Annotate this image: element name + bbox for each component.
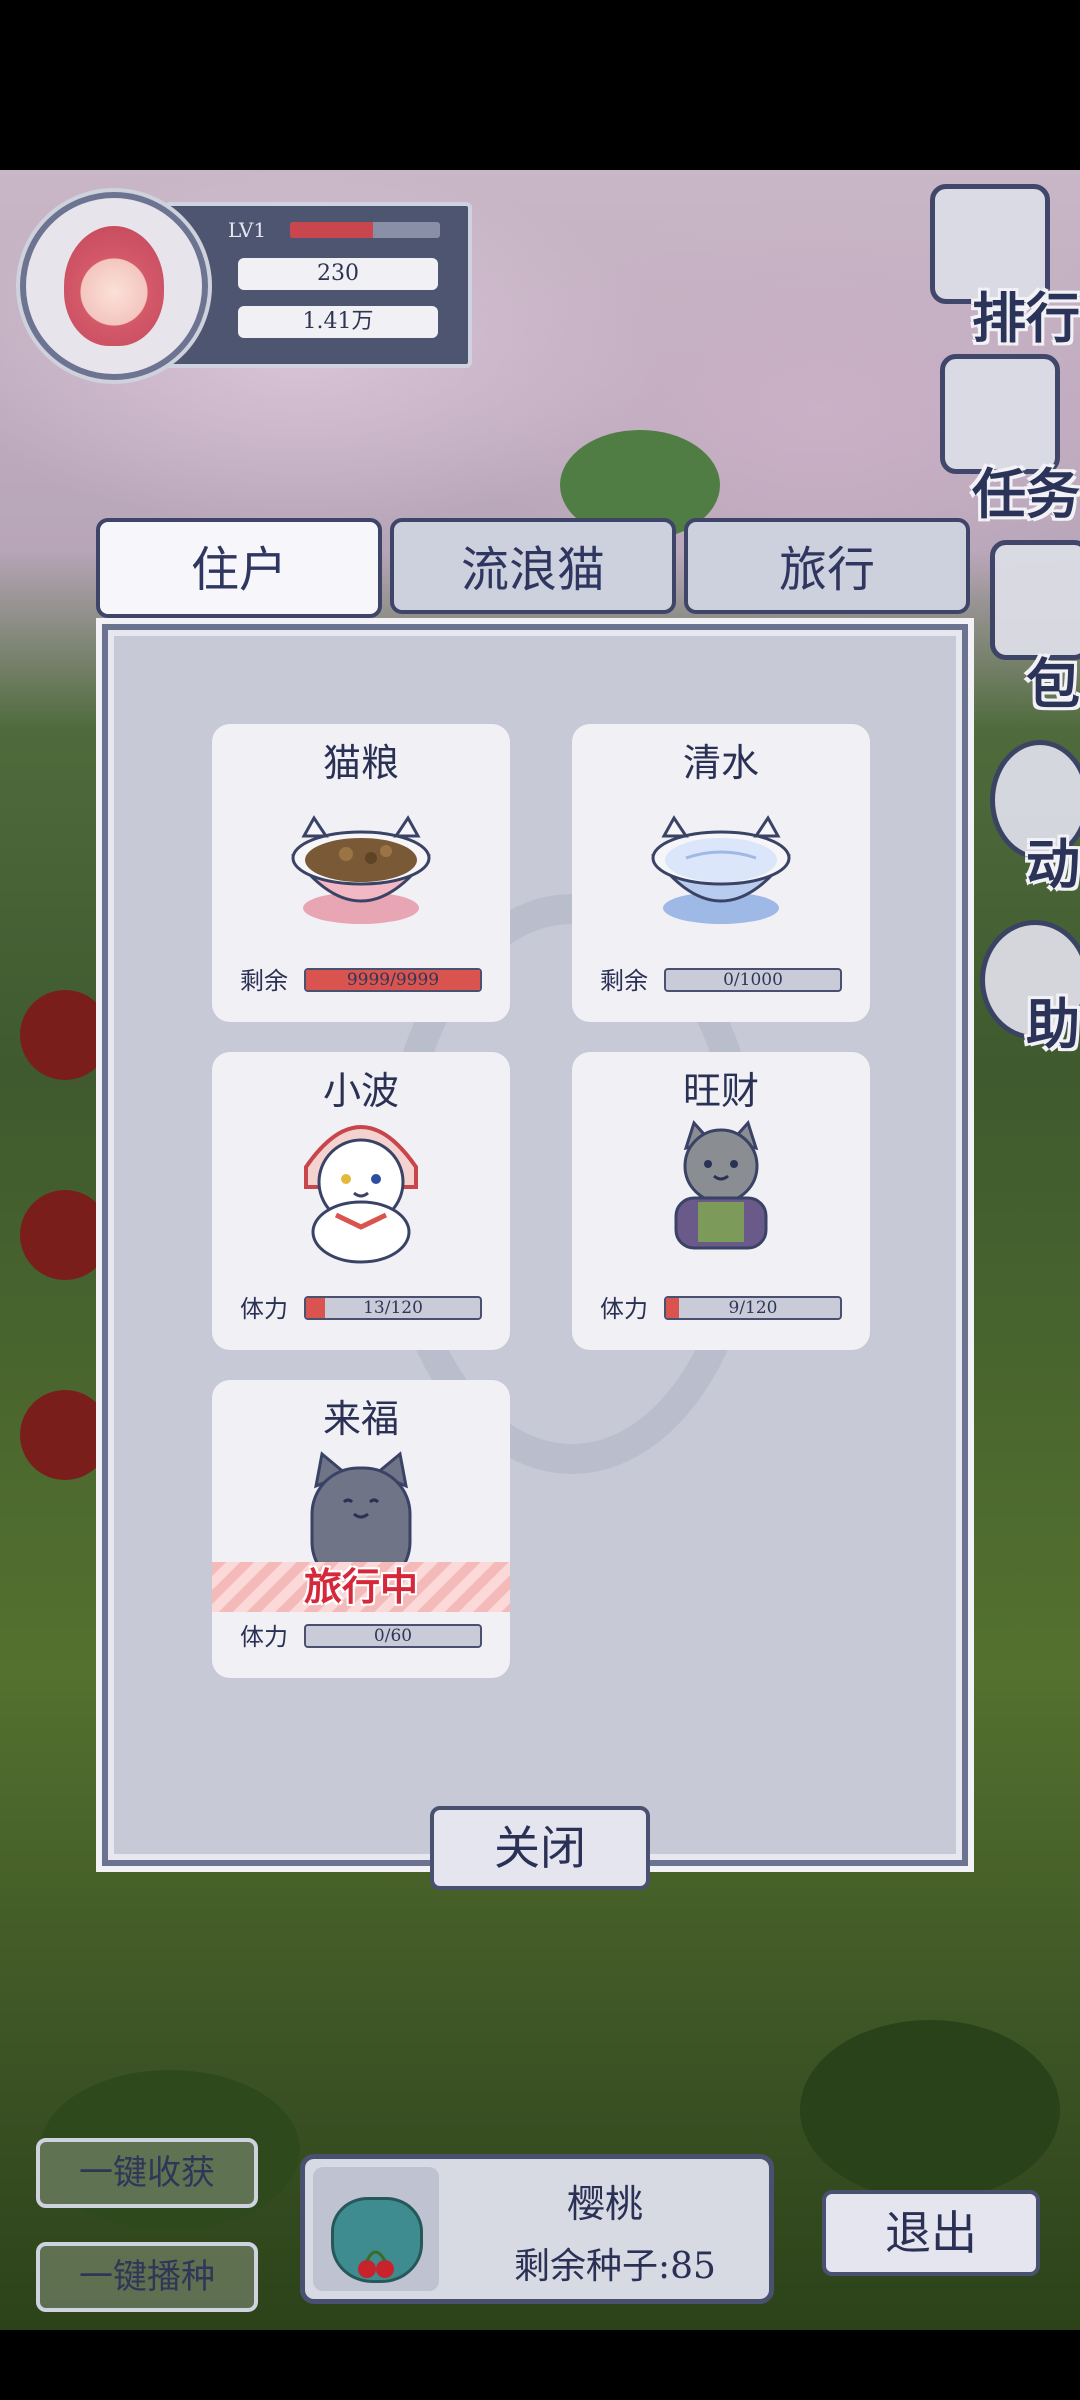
stamina-bar: 0/60 (304, 1624, 482, 1648)
stats-box: LV1 ❤ 230 ❖ 1.41万 (164, 202, 472, 368)
card-water[interactable]: 清水 剩余 0/1000 (572, 724, 870, 1022)
coins-value: 1.41万 (238, 306, 438, 338)
stamina-bar: 9/120 (664, 1296, 842, 1320)
card-title: 来福 (322, 1397, 399, 1441)
meter-value: 0/60 (373, 1626, 413, 1646)
card-cat-food[interactable]: 猫粮 剩余 9999/9999 (212, 724, 510, 1022)
tab-residents[interactable]: 住户 (96, 518, 382, 618)
white-cat-icon (304, 1125, 418, 1264)
side-item-ranking[interactable]: 排行 (930, 274, 1080, 353)
seed-count: 剩余种子:85 (514, 2246, 716, 2287)
tab-bar: 住户 流浪猫 旅行 (96, 518, 976, 618)
traveling-badge: 旅行中 (212, 1562, 510, 1612)
card-title: 旺财 (682, 1069, 759, 1113)
card-cat-laifu[interactable]: 来福 旅行中 体力 0/60 (212, 1380, 510, 1678)
cherry-icon (358, 2250, 394, 2278)
residents-panel: 猫粮 剩余 9999/9999 清水 剩余 0/1000 小波 体力 13/12… (96, 618, 974, 1872)
card-cat-wangcai[interactable]: 旺财 体力 9/120 (572, 1052, 870, 1350)
stamina-bar: 13/120 (304, 1296, 482, 1320)
card-cat-xiaobo[interactable]: 小波 体力 13/120 (212, 1052, 510, 1350)
remaining-bar: 0/1000 (664, 968, 842, 992)
card-title: 猫粮 (322, 741, 399, 785)
seed-selector[interactable]: 樱桃 剩余种子:85 (300, 2154, 774, 2304)
meter-value: 9/120 (728, 1298, 778, 1318)
sow-all-button[interactable]: 一键播种 (36, 2242, 258, 2312)
gray-tabby-cat-icon (674, 1120, 768, 1250)
water-bowl-icon (651, 815, 791, 924)
meter-label: 体力 (600, 1295, 648, 1323)
meter-value: 13/120 (363, 1298, 423, 1318)
meter-label: 剩余 (600, 967, 648, 995)
close-button[interactable]: 关闭 (430, 1806, 650, 1890)
level-label: LV1 (228, 218, 267, 242)
hearts-value: 230 (238, 258, 438, 290)
tab-travel[interactable]: 旅行 (684, 518, 970, 614)
cat-food-bowl-icon (291, 815, 431, 924)
exit-button[interactable]: 退出 (822, 2190, 1040, 2276)
exp-bar (290, 222, 440, 238)
avatar[interactable] (20, 192, 208, 380)
player-profile[interactable]: LV1 ❤ 230 ❖ 1.41万 (14, 186, 472, 380)
meter-value: 9999/9999 (346, 970, 440, 990)
remaining-bar: 9999/9999 (304, 968, 482, 992)
meter-label: 剩余 (240, 967, 288, 995)
seed-slot (313, 2167, 439, 2291)
card-title: 清水 (682, 741, 759, 785)
harvest-all-button[interactable]: 一键收获 (36, 2138, 258, 2208)
tab-stray-cats[interactable]: 流浪猫 (390, 518, 676, 614)
meter-label: 体力 (240, 1295, 288, 1323)
avatar-portrait-icon (64, 226, 164, 346)
seed-name: 樱桃 (566, 2182, 643, 2226)
meter-value: 0/1000 (723, 970, 783, 990)
meter-label: 体力 (240, 1623, 288, 1651)
